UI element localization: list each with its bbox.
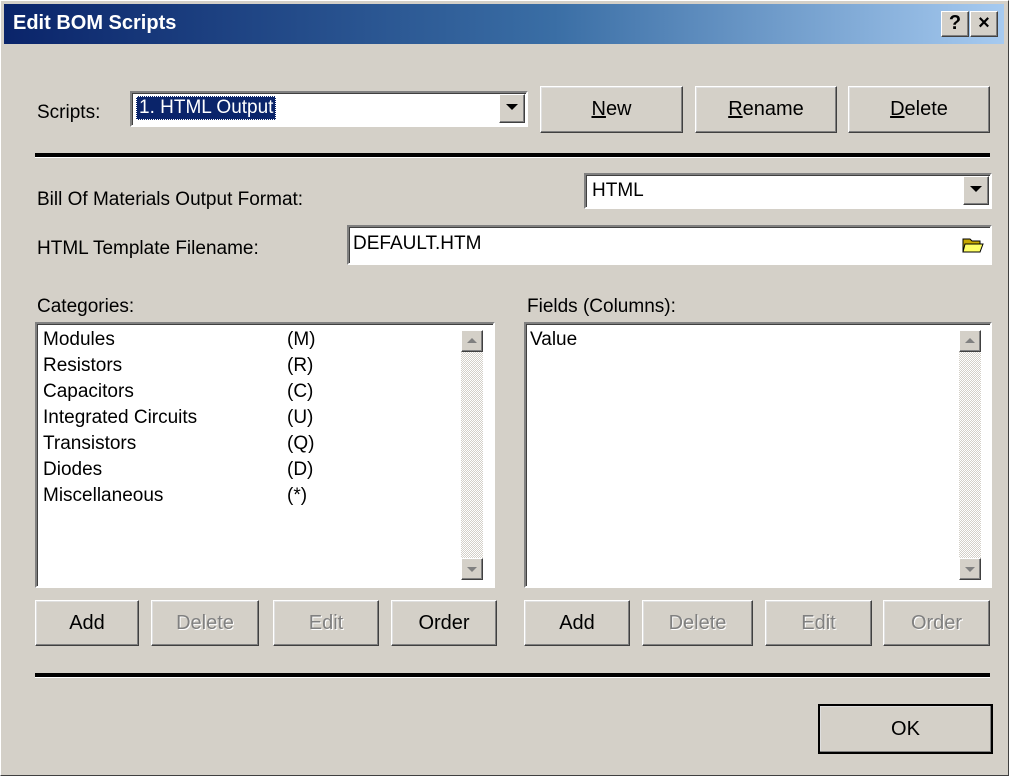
category-item-diodes[interactable]: Diodes (D) [37, 457, 467, 483]
fields-delete-button[interactable]: Delete [642, 600, 753, 646]
fields-scrollbar[interactable] [959, 330, 981, 580]
category-name: Integrated Circuits [43, 407, 198, 428]
title-bar[interactable]: Edit BOM Scripts ? × [4, 4, 1004, 44]
dialog-window: Edit BOM Scripts ? × Scripts: 1. HTML Ou… [0, 0, 1009, 776]
output-format-arrow-icon[interactable] [963, 176, 989, 205]
scripts-dropdown-arrow-icon[interactable] [499, 94, 525, 123]
field-name: Value [530, 329, 578, 350]
rename-button-label: ename [742, 98, 804, 120]
categories-add-button[interactable]: Add [35, 600, 139, 646]
categories-order-button[interactable]: Order [391, 600, 497, 646]
scripts-selected: 1. HTML Output [136, 96, 277, 120]
categories-edit-button[interactable]: Edit [273, 600, 379, 646]
folder-icon[interactable] [962, 235, 984, 255]
new-button-mnemonic: N [591, 98, 606, 120]
category-item-capacitors[interactable]: Capacitors (C) [37, 379, 467, 405]
category-name: Diodes [43, 459, 103, 480]
category-name: Modules [43, 329, 115, 350]
category-code: (M) [287, 329, 316, 350]
field-item-value[interactable]: Value [526, 327, 956, 353]
categories-scrollbar[interactable] [461, 330, 483, 580]
category-item-transistors[interactable]: Transistors (Q) [37, 431, 467, 457]
categories-delete-button[interactable]: Delete [151, 600, 259, 646]
ok-button[interactable]: OK [818, 704, 993, 754]
scripts-dropdown[interactable]: 1. HTML Output [130, 91, 528, 127]
categories-label: Categories: [37, 296, 135, 317]
scroll-down-icon[interactable] [461, 558, 483, 580]
fields-items: Value [526, 327, 956, 353]
template-filename-label: HTML Template Filename: [37, 238, 259, 259]
rename-button[interactable]: Rename [695, 86, 837, 133]
delete-script-button-label: elete [904, 98, 948, 120]
category-name: Miscellaneous [43, 485, 164, 506]
new-button[interactable]: New [540, 86, 683, 133]
separator-bottom [35, 673, 990, 678]
category-code: (U) [287, 407, 314, 428]
category-item-resistors[interactable]: Resistors (R) [37, 353, 467, 379]
output-format-dropdown[interactable]: HTML [584, 173, 992, 209]
category-item-miscellaneous[interactable]: Miscellaneous (*) [37, 483, 467, 509]
categories-items: Modules (M) Resistors (R) Capacitors (C) In… [37, 327, 467, 509]
delete-button-mnemonic: D [890, 98, 905, 120]
category-item-modules[interactable]: Modules (M) [37, 327, 467, 353]
separator-top [35, 153, 990, 158]
category-code: (Q) [287, 433, 315, 454]
fields-add-button[interactable]: Add [524, 600, 630, 646]
delete-script-button[interactable]: Delete [848, 86, 990, 133]
category-code: (*) [287, 485, 308, 506]
fields-edit-button[interactable]: Edit [765, 600, 872, 646]
help-icon: ? [948, 12, 962, 34]
fields-list[interactable]: Value [524, 322, 992, 588]
rename-button-mnemonic: R [728, 98, 743, 120]
scripts-label: Scripts: [37, 102, 101, 123]
fields-label: Fields (Columns): [527, 296, 676, 317]
fields-order-button[interactable]: Order [883, 600, 990, 646]
category-name: Resistors [43, 355, 123, 376]
new-button-label: ew [605, 98, 632, 120]
output-format-label: Bill Of Materials Output Format: [37, 189, 304, 210]
window-title: Edit BOM Scripts [13, 12, 177, 34]
category-name: Transistors [43, 433, 137, 454]
scroll-up-icon[interactable] [461, 330, 483, 352]
category-name: Capacitors [43, 381, 134, 402]
template-filename-value: DEFAULT.HTM [353, 233, 482, 254]
category-code: (R) [287, 355, 314, 376]
category-item-integrated-circuits[interactable]: Integrated Circuits (U) [37, 405, 467, 431]
output-format-selected: HTML [592, 180, 644, 201]
scroll-down-icon[interactable] [959, 558, 981, 580]
close-button[interactable]: × [970, 11, 998, 37]
category-code: (D) [287, 459, 314, 480]
category-code: (C) [287, 381, 314, 402]
scroll-up-icon[interactable] [959, 330, 981, 352]
help-button[interactable]: ? [941, 11, 969, 37]
categories-list[interactable]: Modules (M) Resistors (R) Capacitors (C) In… [35, 322, 495, 588]
close-icon: × [978, 12, 990, 34]
template-filename-input[interactable]: DEFAULT.HTM [347, 225, 992, 265]
